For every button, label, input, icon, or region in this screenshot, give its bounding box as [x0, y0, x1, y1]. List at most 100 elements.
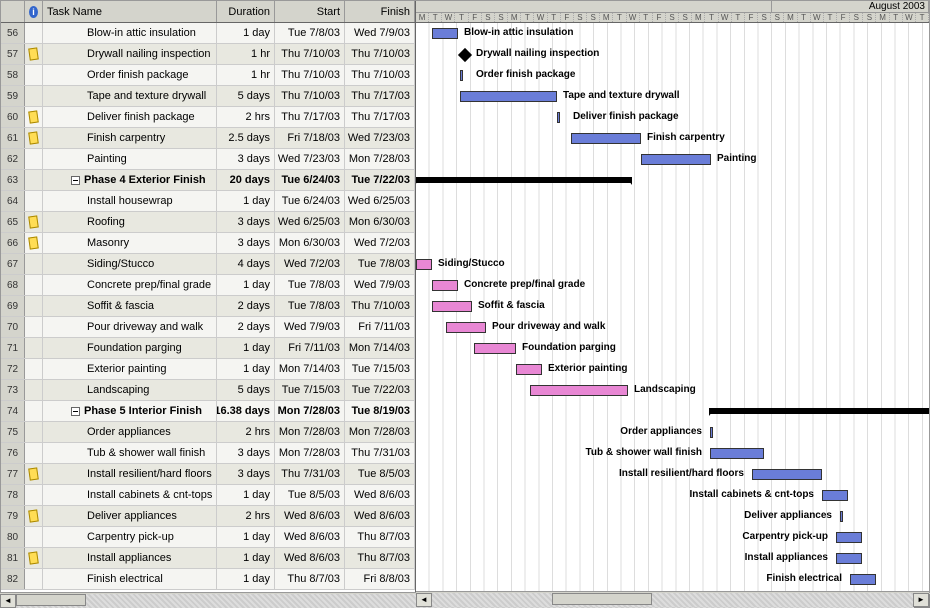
duration-cell[interactable]: 3 days: [217, 233, 275, 253]
summary-bar[interactable]: [416, 177, 631, 183]
gantt-body[interactable]: Blow-in attic insulationDrywall nailing …: [416, 23, 929, 607]
task-name-cell[interactable]: Phase 5 Interior Finish: [43, 401, 217, 421]
duration-cell[interactable]: 3 days: [217, 443, 275, 463]
task-name-cell[interactable]: Soffit & fascia: [43, 296, 217, 316]
finish-cell[interactable]: Wed 7/23/03: [345, 128, 415, 148]
duration-cell[interactable]: 1 hr: [217, 65, 275, 85]
start-cell[interactable]: Fri 7/11/03: [275, 338, 345, 358]
scroll-track[interactable]: [432, 593, 913, 607]
start-cell[interactable]: Wed 6/25/03: [275, 212, 345, 232]
duration-cell[interactable]: 20 days: [217, 170, 275, 190]
table-row[interactable]: 60Deliver finish package2 hrsThu 7/17/03…: [1, 107, 415, 128]
finish-cell[interactable]: Thu 7/31/03: [345, 443, 415, 463]
task-name-cell[interactable]: Install resilient/hard floors: [43, 464, 217, 484]
finish-cell[interactable]: Wed 6/25/03: [345, 191, 415, 211]
task-bar[interactable]: [516, 364, 542, 375]
start-cell[interactable]: Wed 8/6/03: [275, 548, 345, 568]
duration-cell[interactable]: 1 day: [217, 485, 275, 505]
finish-cell[interactable]: Tue 7/22/03: [345, 380, 415, 400]
duration-cell[interactable]: 2 hrs: [217, 422, 275, 442]
task-name-cell[interactable]: Masonry: [43, 233, 217, 253]
task-bar[interactable]: [571, 133, 641, 144]
duration-cell[interactable]: 1 day: [217, 359, 275, 379]
task-bar[interactable]: [446, 322, 486, 333]
duration-cell[interactable]: 1 day: [217, 338, 275, 358]
finish-cell[interactable]: Wed 7/9/03: [345, 275, 415, 295]
finish-cell[interactable]: Thu 7/17/03: [345, 107, 415, 127]
task-bar[interactable]: [474, 343, 516, 354]
start-cell[interactable]: Tue 8/5/03: [275, 485, 345, 505]
task-name-cell[interactable]: Install appliances: [43, 548, 217, 568]
start-cell[interactable]: Mon 7/28/03: [275, 401, 345, 421]
duration-cell[interactable]: 3 days: [217, 212, 275, 232]
duration-cell[interactable]: 2 days: [217, 317, 275, 337]
finish-cell[interactable]: Mon 6/30/03: [345, 212, 415, 232]
finish-cell[interactable]: Mon 7/28/03: [345, 149, 415, 169]
duration-cell[interactable]: 1 hr: [217, 44, 275, 64]
duration-cell[interactable]: 5 days: [217, 380, 275, 400]
table-row[interactable]: 70Pour driveway and walk2 daysWed 7/9/03…: [1, 317, 415, 338]
start-cell[interactable]: Tue 7/8/03: [275, 275, 345, 295]
duration-cell[interactable]: 1 day: [217, 191, 275, 211]
start-cell[interactable]: Thu 7/31/03: [275, 464, 345, 484]
duration-cell[interactable]: 2.5 days: [217, 128, 275, 148]
task-name-cell[interactable]: Order finish package: [43, 65, 217, 85]
start-cell[interactable]: Mon 7/28/03: [275, 443, 345, 463]
start-cell[interactable]: Tue 7/8/03: [275, 23, 345, 43]
task-bar[interactable]: [432, 301, 472, 312]
collapse-icon[interactable]: [71, 407, 80, 416]
finish-cell[interactable]: Thu 7/10/03: [345, 296, 415, 316]
duration-cell[interactable]: 3 days: [217, 149, 275, 169]
task-name-cell[interactable]: Siding/Stucco: [43, 254, 217, 274]
short-bar[interactable]: [557, 112, 560, 123]
start-cell[interactable]: Wed 7/23/03: [275, 149, 345, 169]
task-name-cell[interactable]: Tub & shower wall finish: [43, 443, 217, 463]
finish-cell[interactable]: Tue 7/15/03: [345, 359, 415, 379]
duration-cell[interactable]: 1 day: [217, 275, 275, 295]
task-name-cell[interactable]: Tape and texture drywall: [43, 86, 217, 106]
scroll-left-button[interactable]: ◄: [416, 593, 432, 607]
scroll-right-button[interactable]: ►: [913, 593, 929, 607]
right-hscroll[interactable]: ◄ ►: [416, 591, 929, 607]
finish-cell[interactable]: Mon 7/14/03: [345, 338, 415, 358]
header-info[interactable]: i: [25, 1, 43, 22]
table-row[interactable]: 74Phase 5 Interior Finish16.38 daysMon 7…: [1, 401, 415, 422]
start-cell[interactable]: Wed 7/2/03: [275, 254, 345, 274]
table-row[interactable]: 66Masonry3 daysMon 6/30/03Wed 7/2/03: [1, 233, 415, 254]
finish-cell[interactable]: Thu 7/10/03: [345, 44, 415, 64]
table-row[interactable]: 71Foundation parging1 dayFri 7/11/03Mon …: [1, 338, 415, 359]
short-bar[interactable]: [710, 427, 713, 438]
duration-cell[interactable]: 1 day: [217, 548, 275, 568]
table-row[interactable]: 65Roofing3 daysWed 6/25/03Mon 6/30/03: [1, 212, 415, 233]
start-cell[interactable]: Tue 7/8/03: [275, 296, 345, 316]
header-rownum[interactable]: [1, 1, 25, 22]
start-cell[interactable]: Wed 8/6/03: [275, 506, 345, 526]
task-name-cell[interactable]: Deliver appliances: [43, 506, 217, 526]
task-bar[interactable]: [836, 553, 862, 564]
start-cell[interactable]: Tue 6/24/03: [275, 191, 345, 211]
header-finish[interactable]: Finish: [345, 1, 415, 22]
task-name-cell[interactable]: Foundation parging: [43, 338, 217, 358]
task-bar[interactable]: [752, 469, 822, 480]
finish-cell[interactable]: Tue 8/5/03: [345, 464, 415, 484]
task-name-cell[interactable]: Carpentry pick-up: [43, 527, 217, 547]
task-name-cell[interactable]: Exterior painting: [43, 359, 217, 379]
table-row[interactable]: 80Carpentry pick-up1 dayWed 8/6/03Thu 8/…: [1, 527, 415, 548]
duration-cell[interactable]: 3 days: [217, 464, 275, 484]
task-bar[interactable]: [460, 91, 557, 102]
start-cell[interactable]: Tue 6/24/03: [275, 170, 345, 190]
table-row[interactable]: 59Tape and texture drywall5 daysThu 7/10…: [1, 86, 415, 107]
start-cell[interactable]: Thu 7/10/03: [275, 44, 345, 64]
task-name-cell[interactable]: Install housewrap: [43, 191, 217, 211]
finish-cell[interactable]: Fri 8/8/03: [345, 569, 415, 589]
header-start[interactable]: Start: [275, 1, 345, 22]
finish-cell[interactable]: Tue 8/19/03: [345, 401, 415, 421]
summary-bar[interactable]: [710, 408, 929, 414]
table-row[interactable]: 58Order finish package1 hrThu 7/10/03Thu…: [1, 65, 415, 86]
task-name-cell[interactable]: Finish carpentry: [43, 128, 217, 148]
start-cell[interactable]: Mon 7/14/03: [275, 359, 345, 379]
short-bar[interactable]: [460, 70, 463, 81]
table-row[interactable]: 68Concrete prep/final grade1 dayTue 7/8/…: [1, 275, 415, 296]
task-bar[interactable]: [836, 532, 862, 543]
table-row[interactable]: 73Landscaping5 daysTue 7/15/03Tue 7/22/0…: [1, 380, 415, 401]
